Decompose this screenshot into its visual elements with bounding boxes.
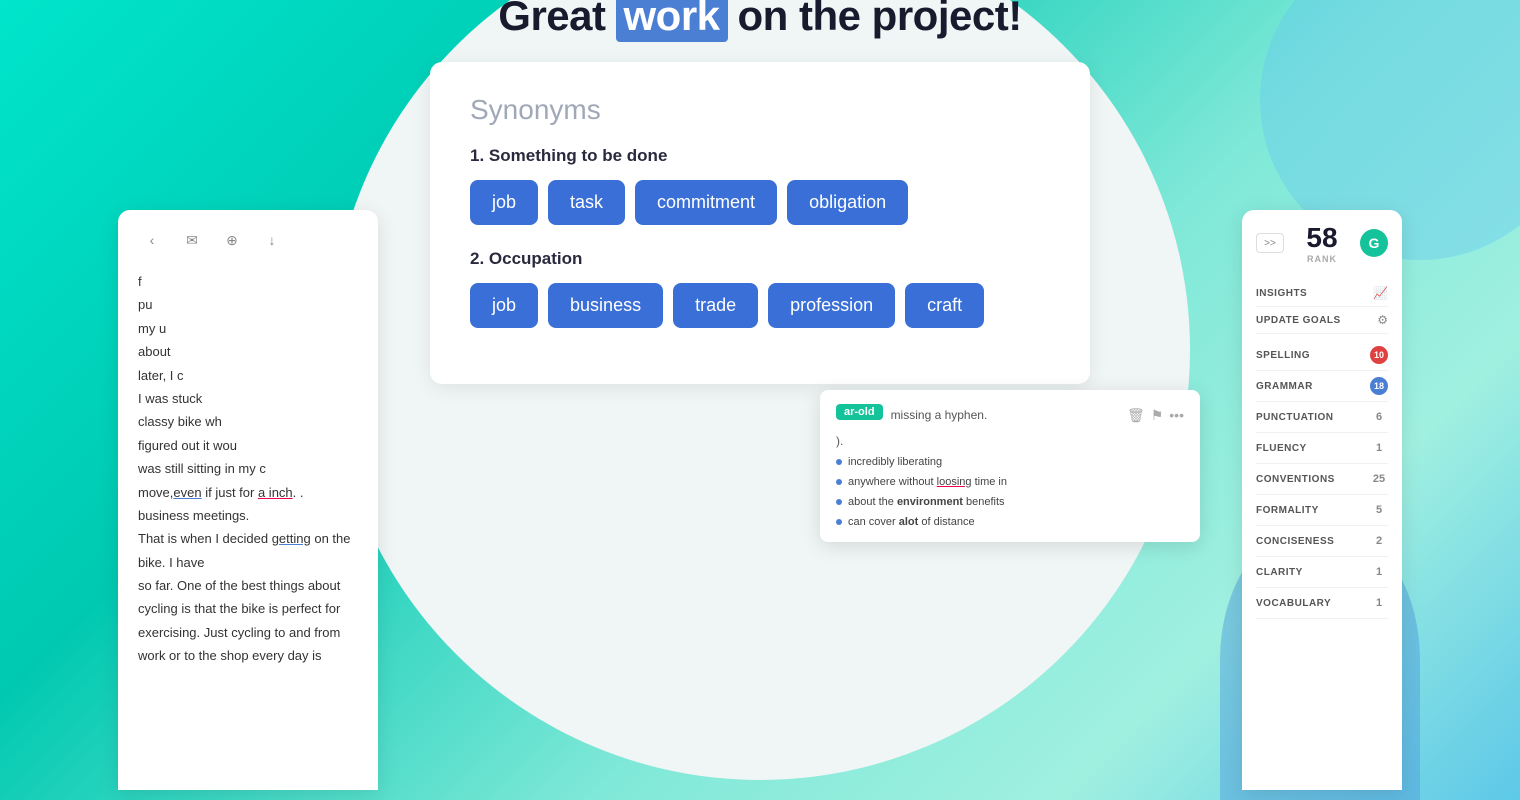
text-line-5: later, I c — [138, 364, 358, 387]
expand-button[interactable]: >> — [1256, 233, 1284, 253]
bullet-dot-3 — [836, 499, 842, 505]
tag-job-1[interactable]: job — [470, 180, 538, 225]
text-line-11: business meetings. — [138, 504, 358, 527]
vocabulary-label: VOCABULARY — [1256, 598, 1331, 609]
spelling-badge: 10 — [1370, 346, 1388, 364]
grammar-badge: 18 — [1370, 377, 1388, 395]
grammarly-logo: G — [1360, 229, 1388, 257]
sidebar-item-update-goals[interactable]: UPDATE GOALS ⚙ — [1256, 307, 1388, 334]
update-goals-label: UPDATE GOALS — [1256, 315, 1341, 326]
fluency-label: FLUENCY — [1256, 443, 1307, 454]
text-line-13: so far. One of the best things about cyc… — [138, 574, 358, 621]
text-line-10: move,even if just for a inch. . — [138, 481, 358, 504]
punctuation-badge: 6 — [1370, 408, 1388, 426]
correction-context: ). — [836, 434, 1184, 448]
delete-icon[interactable]: 🗑 — [1127, 407, 1145, 424]
insights-icon: 📈 — [1373, 286, 1388, 300]
formality-label: FORMALITY — [1256, 505, 1319, 516]
bullet-dot-4 — [836, 519, 842, 525]
editor-left-panel: ‹ ✉ ⊕ ↓ f pu my u about later, I c I was… — [118, 210, 378, 790]
text-line-14: exercising. Just cycling to and from wor… — [138, 621, 358, 668]
clarity-badge: 1 — [1370, 563, 1388, 581]
download-icon[interactable]: ↓ — [258, 226, 286, 254]
tag-task[interactable]: task — [548, 180, 625, 225]
tag-obligation[interactable]: obligation — [787, 180, 908, 225]
inbox-icon[interactable]: ✉ — [178, 226, 206, 254]
correction-panel: ar-old missing a hyphen. 🗑 ⚑ ••• ). incr… — [820, 390, 1200, 542]
sidebar-item-clarity[interactable]: CLARITY 1 — [1256, 557, 1388, 588]
correction-tag: ar-old — [836, 404, 883, 420]
sidebar-item-vocabulary[interactable]: VOCABULARY 1 — [1256, 588, 1388, 619]
insights-label: INSIGHTS — [1256, 288, 1307, 299]
back-icon[interactable]: ‹ — [138, 226, 166, 254]
text-line-7: classy bike wh — [138, 410, 358, 433]
headline-post: on the project! — [738, 0, 1022, 40]
bullet-text-3: about the environment benefits — [848, 496, 1005, 508]
text-line-3: my u — [138, 317, 358, 340]
text-line-4: about — [138, 340, 358, 363]
sidebar-item-conventions[interactable]: CONVENTIONS 25 — [1256, 464, 1388, 495]
bullet-item-4: can cover alot of distance — [836, 516, 1184, 528]
synonym-section-1-label: 1. Something to be done — [470, 146, 1050, 166]
sidebar-item-spelling[interactable]: SPELLING 10 — [1256, 340, 1388, 371]
bullet-item-1: incredibly liberating — [836, 456, 1184, 468]
vocabulary-badge: 1 — [1370, 594, 1388, 612]
synonym-section-2-label: 2. Occupation — [470, 249, 1050, 269]
grammarly-sidebar: >> 58 RANK G INSIGHTS 📈 UPDATE GOALS ⚙ S… — [1242, 210, 1402, 790]
correction-text: missing a hyphen. — [891, 408, 988, 422]
punctuation-label: PUNCTUATION — [1256, 412, 1334, 423]
flag-icon[interactable]: ⚑ — [1151, 407, 1164, 424]
text-line-2: pu — [138, 293, 358, 316]
spelling-label: SPELLING — [1256, 350, 1310, 361]
editor-toolbar: ‹ ✉ ⊕ ↓ — [138, 226, 358, 254]
text-line-8: figured out it wou — [138, 434, 358, 457]
headline: Great work on the project! — [498, 0, 1021, 42]
sidebar-item-fluency[interactable]: FLUENCY 1 — [1256, 433, 1388, 464]
score-number: 58 — [1306, 222, 1337, 254]
headline-highlighted-word[interactable]: work — [616, 0, 728, 42]
synonym-card: Synonyms 1. Something to be done job tas… — [430, 62, 1090, 384]
tag-trade[interactable]: trade — [673, 283, 758, 328]
conventions-label: CONVENTIONS — [1256, 474, 1335, 485]
sidebar-item-punctuation[interactable]: PUNCTUATION 6 — [1256, 402, 1388, 433]
sidebar-item-formality[interactable]: FORMALITY 5 — [1256, 495, 1388, 526]
bullet-item-3: about the environment benefits — [836, 496, 1184, 508]
text-line-9: was still sitting in my c — [138, 457, 358, 480]
fluency-badge: 1 — [1370, 439, 1388, 457]
add-document-icon[interactable]: ⊕ — [218, 226, 246, 254]
sidebar-item-insights[interactable]: INSIGHTS 📈 — [1256, 280, 1388, 307]
synonym-tags-section-1: job task commitment obligation — [470, 180, 1050, 225]
headline-pre: Great — [498, 0, 605, 40]
bullet-item-2: anywhere without loosing time in — [836, 476, 1184, 488]
bullet-text-4: can cover alot of distance — [848, 516, 975, 528]
bullet-text-2: anywhere without loosing time in — [848, 476, 1007, 488]
conciseness-label: CONCISENESS — [1256, 536, 1334, 547]
formality-badge: 5 — [1370, 501, 1388, 519]
clarity-label: CLARITY — [1256, 567, 1303, 578]
goals-icon: ⚙ — [1377, 313, 1388, 327]
conventions-badge: 25 — [1370, 470, 1388, 488]
more-icon[interactable]: ••• — [1169, 407, 1184, 424]
tag-business[interactable]: business — [548, 283, 663, 328]
bullet-dot-2 — [836, 479, 842, 485]
tag-commitment[interactable]: commitment — [635, 180, 777, 225]
editor-text: f pu my u about later, I c I was stuck c… — [138, 270, 358, 668]
tag-profession[interactable]: profession — [768, 283, 895, 328]
sidebar-item-conciseness[interactable]: CONCISENESS 2 — [1256, 526, 1388, 557]
text-line-6: I was stuck — [138, 387, 358, 410]
synonym-tags-section-2: job business trade profession craft — [470, 283, 1050, 328]
conciseness-badge: 2 — [1370, 532, 1388, 550]
synonym-title: Synonyms — [470, 94, 1050, 126]
grammar-label: GRAMMAR — [1256, 381, 1313, 392]
bullet-text-1: incredibly liberating — [848, 456, 942, 468]
text-line-1: f — [138, 270, 358, 293]
tag-craft[interactable]: craft — [905, 283, 984, 328]
text-line-12: That is when I decided getting on the bi… — [138, 527, 358, 574]
score-row: >> 58 RANK G — [1256, 222, 1388, 264]
score-label: RANK — [1307, 254, 1337, 264]
tag-job-2[interactable]: job — [470, 283, 538, 328]
sidebar-item-grammar[interactable]: GRAMMAR 18 — [1256, 371, 1388, 402]
bullet-dot-1 — [836, 459, 842, 465]
